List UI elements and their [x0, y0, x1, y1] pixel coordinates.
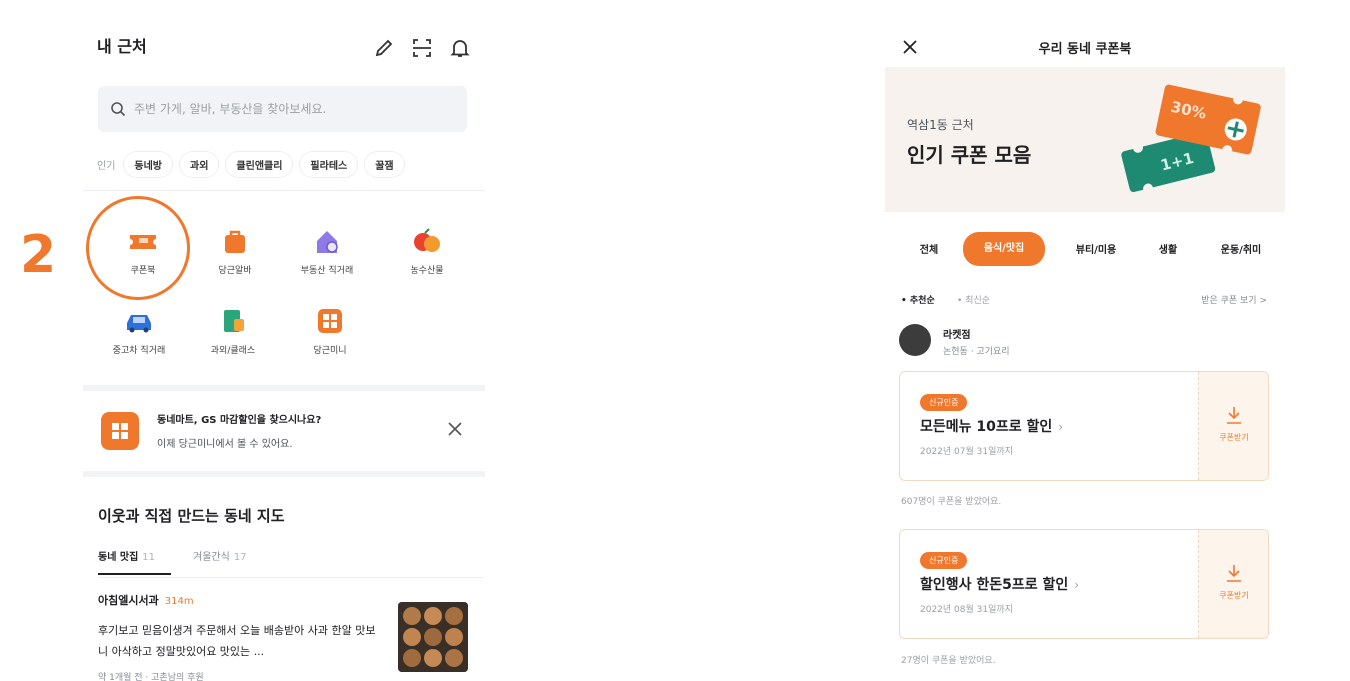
coupon-received-count: 607명이 쿠폰을 받았어요. — [901, 497, 1002, 507]
download-label: 쿠폰받기 — [1219, 591, 1249, 600]
nearby-screen: 내 근처 인기 동네방 과외 클린앤클리 필라테스 꿀잼 — [83, 0, 485, 681]
coupon-tag: 신규인증 — [920, 552, 968, 569]
tab-label: 동네 맛집 — [98, 552, 139, 563]
tab-life[interactable]: 생활 — [1143, 236, 1193, 266]
tab-count: 17 — [233, 552, 247, 563]
step-number: 2 — [20, 225, 57, 285]
grid-item-car[interactable]: 중고차 직거래 — [99, 307, 179, 367]
coupon-title: 모든메뉴 10프로 할인 › — [920, 416, 1063, 436]
coupon-card[interactable]: 신규인증 모든메뉴 10프로 할인 › 2022년 07월 31일까지 쿠폰받기 — [899, 371, 1269, 481]
tab-sports[interactable]: 운동/취미 — [1203, 236, 1279, 266]
coupon-title-text: 할인행사 한돈5프로 할인 — [920, 577, 1069, 593]
page-title: 우리 동네 쿠폰북 — [1038, 42, 1132, 57]
post-meta: 약 1개월 전 · 고촌남의 후원 — [98, 673, 204, 681]
edit-icon[interactable] — [372, 36, 396, 60]
tab-count: 11 — [142, 552, 156, 563]
download-coupon-button[interactable]: 쿠폰받기 — [1198, 372, 1268, 480]
chevron-right-icon: › — [1058, 420, 1064, 434]
sort-bar: • 추천순 • 최신순 받은 쿠폰 보기 > — [901, 290, 1267, 310]
map-tabs: 동네 맛집 11 겨울간식 17 — [98, 544, 483, 578]
highlight-circle — [86, 196, 190, 300]
coupon-expiry: 2022년 07월 31일까지 — [920, 447, 1013, 457]
coupon-title-text: 모든메뉴 10프로 할인 — [920, 419, 1053, 435]
category-tabs: 전체 음식/맛집 뷰티/미용 생활 운동/취미 — [885, 228, 1285, 272]
divider — [83, 190, 485, 191]
book-icon — [217, 307, 249, 335]
download-label: 쿠폰받기 — [1219, 433, 1249, 442]
nearby-header: 내 근처 — [97, 32, 472, 62]
tab-beauty[interactable]: 뷰티/미용 — [1061, 236, 1131, 266]
download-coupon-button[interactable]: 쿠폰받기 — [1198, 530, 1268, 638]
popular-chips: 인기 동네방 과외 클린앤클리 필라테스 꿀잼 — [97, 150, 485, 178]
grid-item-label: 당근미니 — [313, 346, 347, 356]
search-input[interactable] — [134, 102, 454, 116]
coupon-expiry: 2022년 08월 31일까지 — [920, 605, 1013, 615]
coupon-received-count: 27명이 쿠폰을 받았어요. — [901, 656, 996, 666]
store-name: 라켓점 — [943, 330, 971, 341]
banner-title: 동네마트, GS 마감할인을 찾으시나요? — [157, 415, 322, 426]
store-info[interactable]: 라켓점 논현동 · 고기요리 — [899, 324, 1199, 362]
tab-local-restaurants[interactable]: 동네 맛집 11 — [98, 548, 171, 575]
sort-recommended[interactable]: • 추천순 — [901, 293, 935, 306]
bell-icon[interactable] — [448, 36, 472, 60]
post-store-name: 아침엘시서과 — [98, 594, 159, 607]
coupon-tickets-illustration: 1+1 30% — [1121, 84, 1261, 194]
grid-item-label: 부동산 직거래 — [300, 266, 354, 276]
download-icon — [1224, 563, 1244, 583]
tab-all[interactable]: 전체 — [909, 236, 949, 266]
search-icon — [110, 101, 126, 117]
list-item[interactable]: 아침엘시서과 314m 후기보고 믿음이생겨 주문해서 오늘 배송받아 사과 한알… — [98, 592, 468, 681]
tab-label: 겨울간식 — [193, 552, 230, 563]
bag-icon — [219, 227, 251, 255]
download-icon — [1224, 405, 1244, 425]
grid-item-label: 농수산물 — [410, 266, 444, 276]
grid-item-mini[interactable]: 당근미니 — [290, 307, 370, 367]
chip-item[interactable]: 동네방 — [123, 150, 174, 178]
store-meta: 논현동 · 고기요리 — [943, 347, 1010, 357]
coupon-card[interactable]: 신규인증 할인행사 한돈5프로 할인 › 2022년 08월 31일까지 쿠폰받기 — [899, 529, 1269, 639]
grid-icon — [314, 307, 346, 335]
header-actions — [372, 36, 472, 60]
grid-icon — [101, 412, 139, 450]
hero-title: 인기 쿠폰 모음 — [907, 143, 1032, 167]
scan-icon[interactable] — [410, 36, 434, 60]
tab-winter-snacks[interactable]: 겨울간식 17 — [193, 548, 247, 573]
section-divider — [83, 471, 485, 477]
coupon-title: 할인행사 한돈5프로 할인 › — [920, 574, 1079, 594]
map-section-title: 이웃과 직접 만드는 동네 지도 — [98, 507, 285, 525]
house-icon — [311, 227, 343, 255]
close-icon[interactable] — [445, 419, 465, 439]
hero-subtitle: 역삼1동 근처 — [907, 118, 974, 132]
sort-latest[interactable]: • 최신순 — [957, 293, 990, 306]
chips-label: 인기 — [97, 160, 116, 172]
chevron-right-icon: › — [1074, 578, 1080, 592]
search-bar[interactable] — [98, 86, 467, 132]
post-distance: 314m — [164, 596, 194, 607]
grid-item-label: 당근알바 — [218, 266, 252, 276]
chip-item[interactable]: 클린앤클리 — [225, 150, 294, 178]
post-body: 후기보고 믿음이생겨 주문해서 오늘 배송받아 사과 한알 맛보니 아삭하고 정… — [98, 624, 376, 658]
grid-item-label: 과외/클래스 — [210, 346, 256, 356]
grid-item-class[interactable]: 과외/클래스 — [193, 307, 273, 367]
coupon-book-screen: 우리 동네 쿠폰북 역삼1동 근처 인기 쿠폰 모음 1+1 30% 전체 음식… — [885, 0, 1285, 681]
chip-item[interactable]: 과외 — [179, 150, 220, 178]
post-thumbnail — [398, 602, 468, 672]
banner-subtitle: 이제 당근미니에서 볼 수 있어요. — [157, 439, 293, 450]
coupon-header: 우리 동네 쿠폰북 — [885, 32, 1285, 62]
grid-item-label: 중고차 직거래 — [112, 346, 166, 356]
mini-banner[interactable]: 동네마트, GS 마감할인을 찾으시나요? 이제 당근미니에서 볼 수 있어요. — [83, 391, 485, 471]
chip-item[interactable]: 꿀잼 — [364, 150, 405, 178]
grid-item-produce[interactable]: 농수산물 — [387, 227, 467, 287]
coupon-tag: 신규인증 — [920, 394, 968, 411]
chip-item[interactable]: 필라테스 — [299, 150, 359, 178]
received-coupons-link[interactable]: 받은 쿠폰 보기 > — [1201, 293, 1267, 306]
avatar — [899, 324, 931, 356]
tab-food[interactable]: 음식/맛집 — [963, 232, 1045, 266]
fruit-icon — [411, 227, 443, 255]
grid-item-job[interactable]: 당근알바 — [195, 227, 275, 287]
grid-item-realestate[interactable]: 부동산 직거래 — [287, 227, 367, 287]
car-icon — [123, 307, 155, 335]
hero-banner: 역삼1동 근처 인기 쿠폰 모음 1+1 30% — [885, 67, 1285, 212]
